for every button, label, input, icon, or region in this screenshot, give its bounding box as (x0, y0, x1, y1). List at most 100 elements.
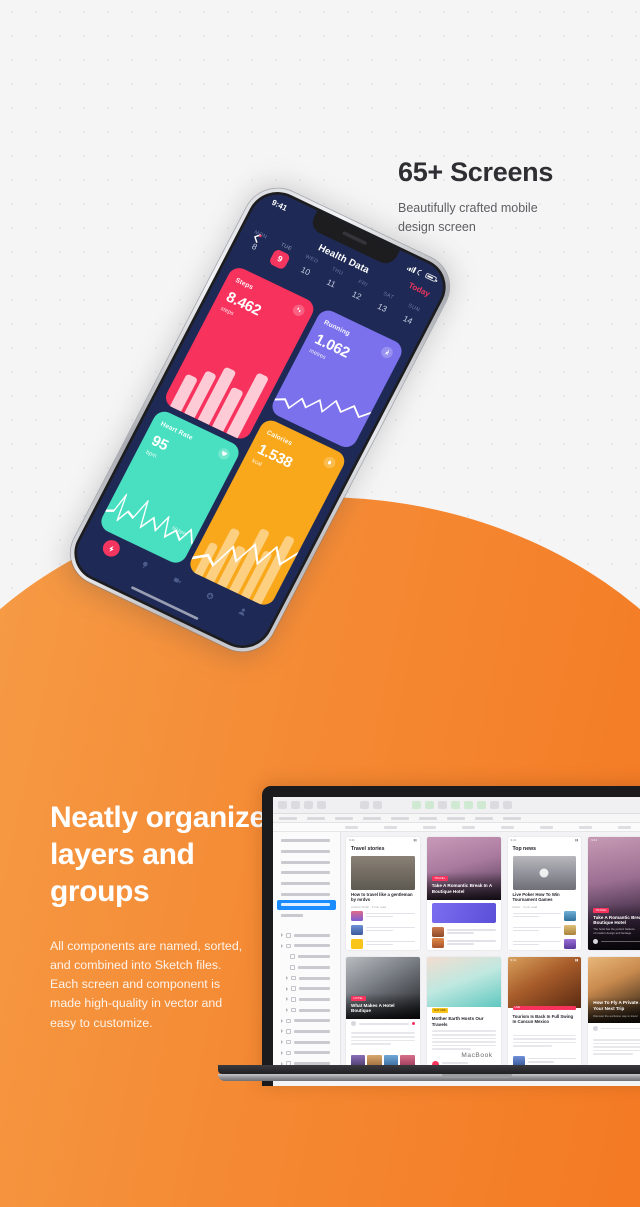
toolbar-button[interactable] (451, 801, 460, 809)
date-number[interactable]: 13 (371, 297, 394, 319)
artboard-list-item[interactable] (508, 937, 582, 950)
artboard-list-item[interactable] (508, 909, 582, 923)
layer-row[interactable] (277, 1037, 336, 1047)
toolbar-button[interactable] (373, 801, 382, 809)
layer-row[interactable] (277, 1027, 336, 1037)
sketch-canvas[interactable]: 9:41 ▮▮ Travel stories How to travel like… (341, 832, 640, 1086)
artboard-list-item[interactable] (346, 909, 420, 923)
layer-row[interactable] (277, 879, 336, 889)
macbook-foot (218, 1074, 640, 1081)
layer-row[interactable] (277, 1016, 336, 1026)
date-number[interactable]: 10 (294, 261, 317, 283)
toolbar-button[interactable] (477, 801, 486, 809)
layer-row[interactable] (277, 973, 336, 983)
tab-profile[interactable] (233, 601, 253, 621)
layer-row[interactable] (277, 1005, 336, 1015)
tab-health[interactable] (200, 586, 220, 606)
toolbar-button[interactable] (291, 801, 300, 809)
artboard-list-item[interactable] (346, 937, 420, 950)
artboard-image (512, 856, 577, 890)
artboard-promo-banner[interactable] (431, 902, 496, 923)
artboard-tag-bar: LIVE (512, 1005, 577, 1010)
layer-row[interactable] (277, 847, 336, 857)
artboard-articles-3[interactable]: 9:41 ▮▮ Top news Live Poker How To Win To… (507, 837, 582, 950)
toolbar-button[interactable] (503, 801, 512, 809)
artboard-title: How to travel like a gentleman by mrdvs (351, 892, 413, 903)
sketch-toolbar[interactable] (273, 797, 640, 814)
toolbar-button[interactable] (412, 801, 421, 809)
battery-icon (424, 272, 438, 283)
tab-video[interactable] (167, 570, 187, 590)
toolbar-button[interactable] (317, 801, 326, 809)
toolbar-button[interactable] (464, 801, 473, 809)
toolbar-button[interactable] (438, 801, 447, 809)
artboard-tag: HOTEL (351, 995, 366, 1001)
phone-mockup: 9:41 Health Data Today 8 TUE 9 WED 10 TH… (51, 150, 475, 672)
artboard-list-item[interactable] (346, 923, 420, 937)
layer-row[interactable] (277, 931, 336, 941)
artboard-list-item[interactable] (427, 936, 501, 950)
date-number[interactable]: 9 (268, 248, 292, 271)
layer-row[interactable] (277, 941, 336, 951)
macbook-base (218, 1065, 640, 1074)
sketch-layers-sidebar[interactable] (273, 832, 341, 1086)
artboard-status-bar: 9:41▮▮ (588, 837, 640, 842)
speaker-grill (342, 230, 368, 245)
artboard-body-text (508, 1032, 582, 1052)
status-time: 9:41 (510, 957, 517, 962)
layer-row[interactable] (277, 984, 336, 994)
artboard-hero-image: 9:41 ▮▮ (507, 957, 582, 1008)
layer-row[interactable] (277, 952, 336, 962)
artboard-header: Top news (512, 846, 537, 852)
play-button-icon[interactable] (539, 868, 549, 878)
toolbar-button[interactable] (360, 801, 369, 809)
section-body: All components are named, sorted, and co… (50, 938, 243, 1030)
artboard-articles-1[interactable]: 9:41 ▮▮ Travel stories How to travel like… (346, 837, 420, 950)
macbook-notch (442, 1074, 512, 1078)
toolbar-button[interactable] (490, 801, 499, 809)
date-number[interactable]: 12 (345, 285, 368, 307)
layer-row[interactable] (277, 911, 336, 921)
status-icons: ▮▮ (574, 837, 579, 842)
artboard-header: Travel stories (351, 846, 385, 852)
artboard-hero-overlay: TRAVEL Take A Romantic Break In A Boutiq… (426, 871, 501, 901)
artboard-hero-overlay: HOTEL What Makes A Hotel Boutique (346, 992, 420, 1020)
artboard-title: Take A Romantic Break In A Boutique Hote… (593, 914, 640, 926)
status-time: 9:41 (591, 837, 598, 842)
macbook-mockup: 9:41 ▮▮ Travel stories How to travel like… (218, 786, 640, 1086)
date-number[interactable]: 11 (319, 273, 342, 295)
artboard-title: What Makes A Hotel Boutique (351, 1002, 395, 1014)
status-time: 9:41 (270, 197, 289, 213)
artboard-list-item[interactable] (508, 923, 582, 937)
toolbar-button[interactable] (278, 801, 287, 809)
page-root: 65+ Screens Beautifully crafted mobile d… (0, 0, 640, 1207)
macbook-screen: 9:41 ▮▮ Travel stories How to travel like… (273, 797, 640, 1086)
status-time: 9:41 (510, 837, 517, 842)
left-copy-block: Neatly organized layers and groups All c… (50, 800, 290, 1033)
artboard-articles-4[interactable]: 9:41▮▮ TRAVEL Take A Romantic Break In A… (588, 837, 640, 950)
layer-row[interactable] (277, 889, 336, 899)
tab-activity[interactable] (135, 555, 155, 575)
layer-row[interactable] (277, 868, 336, 878)
sketch-toolbar-labels (273, 814, 640, 823)
artboard-footer (593, 936, 640, 944)
layer-row-selected[interactable] (277, 900, 336, 910)
layer-row[interactable] (277, 995, 336, 1005)
layer-row[interactable] (277, 857, 336, 867)
layer-row[interactable] (277, 836, 336, 846)
toolbar-button[interactable] (304, 801, 313, 809)
artboard-tag: TRAVEL (593, 907, 610, 913)
tab-stats[interactable] (100, 537, 123, 560)
toolbar-button[interactable] (425, 801, 434, 809)
artboard-title: Take A Romantic Break In A Boutique Hote… (431, 882, 492, 894)
artboard-title: Tourism Is Back In Full Swing In Cancun … (512, 1013, 574, 1024)
artboard-status-bar: 9:41 ▮▮ (508, 957, 582, 962)
artboard-title: How To Fly A Private Jet On Your Next Tr… (593, 999, 640, 1011)
wifi-icon (416, 268, 425, 277)
artboard-hero-image: How To Fly A Private Jet On Your Next Tr… (588, 957, 640, 1023)
artboard-body-text (346, 1029, 420, 1049)
artboard-articles-2[interactable]: TRAVEL Take A Romantic Break In A Boutiq… (426, 837, 501, 950)
date-number[interactable]: 14 (396, 309, 419, 331)
layer-row[interactable] (277, 963, 336, 973)
status-icons: ▮▮ (574, 957, 579, 962)
